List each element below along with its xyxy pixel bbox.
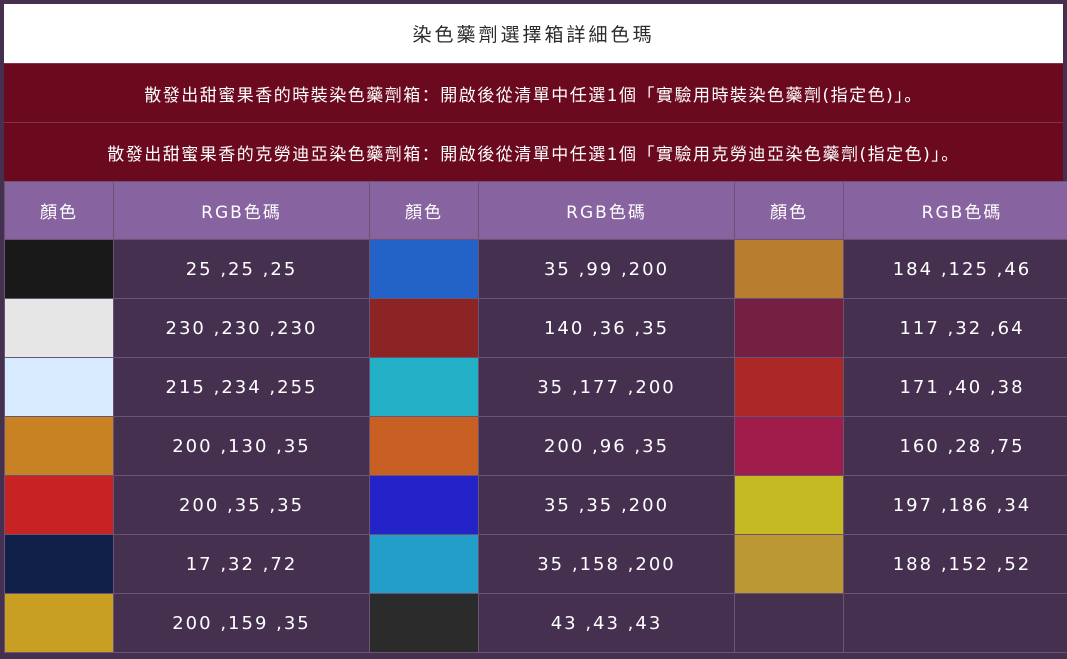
color-code-table: 顏色 RGB色碼 顏色 RGB色碼 顏色 RGB色碼 25 ,25 ,25 35 … [4,181,1067,653]
rgb-code: 43 ,43 ,43 [478,593,735,653]
rgb-code: 140 ,36 ,35 [478,298,735,358]
rgb-code: 35 ,99 ,200 [478,239,735,299]
table-row: 200 ,159 ,35 43 ,43 ,43 [4,593,1067,653]
rgb-code: 200 ,96 ,35 [478,416,735,476]
description-fashion-dye-box: 散發出甜蜜果香的時裝染色藥劑箱：開啟後從清單中任選1個「實驗用時裝染色藥劑(指定… [4,63,1063,122]
color-swatch [4,239,114,299]
color-swatch [734,593,844,653]
color-swatch [369,475,479,535]
rgb-code: 17 ,32 ,72 [113,534,370,594]
rgb-code: 230 ,230 ,230 [113,298,370,358]
page: 染色藥劑選擇箱詳細色瑪 散發出甜蜜果香的時裝染色藥劑箱：開啟後從清單中任選1個「… [0,0,1067,659]
table-header-row: 顏色 RGB色碼 顏色 RGB色碼 顏色 RGB色碼 [4,181,1067,240]
rgb-code: 25 ,25 ,25 [113,239,370,299]
rgb-code: 200 ,35 ,35 [113,475,370,535]
header-rgb: RGB色碼 [843,181,1067,240]
rgb-code: 117 ,32 ,64 [843,298,1067,358]
color-swatch [369,416,479,476]
color-swatch [369,357,479,417]
color-swatch [369,298,479,358]
color-swatch [734,475,844,535]
rgb-code: 188 ,152 ,52 [843,534,1067,594]
page-title: 染色藥劑選擇箱詳細色瑪 [4,4,1063,63]
header-color: 顏色 [4,181,114,240]
color-swatch [734,534,844,594]
color-swatch [734,298,844,358]
rgb-code: 35 ,177 ,200 [478,357,735,417]
color-swatch [734,239,844,299]
rgb-code: 215 ,234 ,255 [113,357,370,417]
rgb-code [843,593,1067,653]
rgb-code: 184 ,125 ,46 [843,239,1067,299]
color-swatch [4,298,114,358]
header-rgb: RGB色碼 [113,181,370,240]
rgb-code: 35 ,35 ,200 [478,475,735,535]
rgb-code: 171 ,40 ,38 [843,357,1067,417]
rgb-code: 160 ,28 ,75 [843,416,1067,476]
color-swatch [4,416,114,476]
table-row: 215 ,234 ,255 35 ,177 ,200 171 ,40 ,38 [4,357,1067,417]
color-swatch [4,534,114,594]
table-row: 25 ,25 ,25 35 ,99 ,200 184 ,125 ,46 [4,239,1067,299]
table-row: 200 ,130 ,35 200 ,96 ,35 160 ,28 ,75 [4,416,1067,476]
color-swatch [4,475,114,535]
color-swatch [734,357,844,417]
color-swatch [369,534,479,594]
header-color: 顏色 [734,181,844,240]
table-row: 230 ,230 ,230 140 ,36 ,35 117 ,32 ,64 [4,298,1067,358]
color-swatch [4,593,114,653]
color-swatch [369,239,479,299]
color-swatch [734,416,844,476]
description-claudia-dye-box: 散發出甜蜜果香的克勞迪亞染色藥劑箱：開啟後從清單中任選1個「實驗用克勞迪亞染色藥… [4,122,1063,181]
header-rgb: RGB色碼 [478,181,735,240]
rgb-code: 35 ,158 ,200 [478,534,735,594]
header-color: 顏色 [369,181,479,240]
table-row: 17 ,32 ,72 35 ,158 ,200 188 ,152 ,52 [4,534,1067,594]
rgb-code: 197 ,186 ,34 [843,475,1067,535]
color-swatch [369,593,479,653]
rgb-code: 200 ,159 ,35 [113,593,370,653]
rgb-code: 200 ,130 ,35 [113,416,370,476]
color-swatch [4,357,114,417]
table-row: 200 ,35 ,35 35 ,35 ,200 197 ,186 ,34 [4,475,1067,535]
